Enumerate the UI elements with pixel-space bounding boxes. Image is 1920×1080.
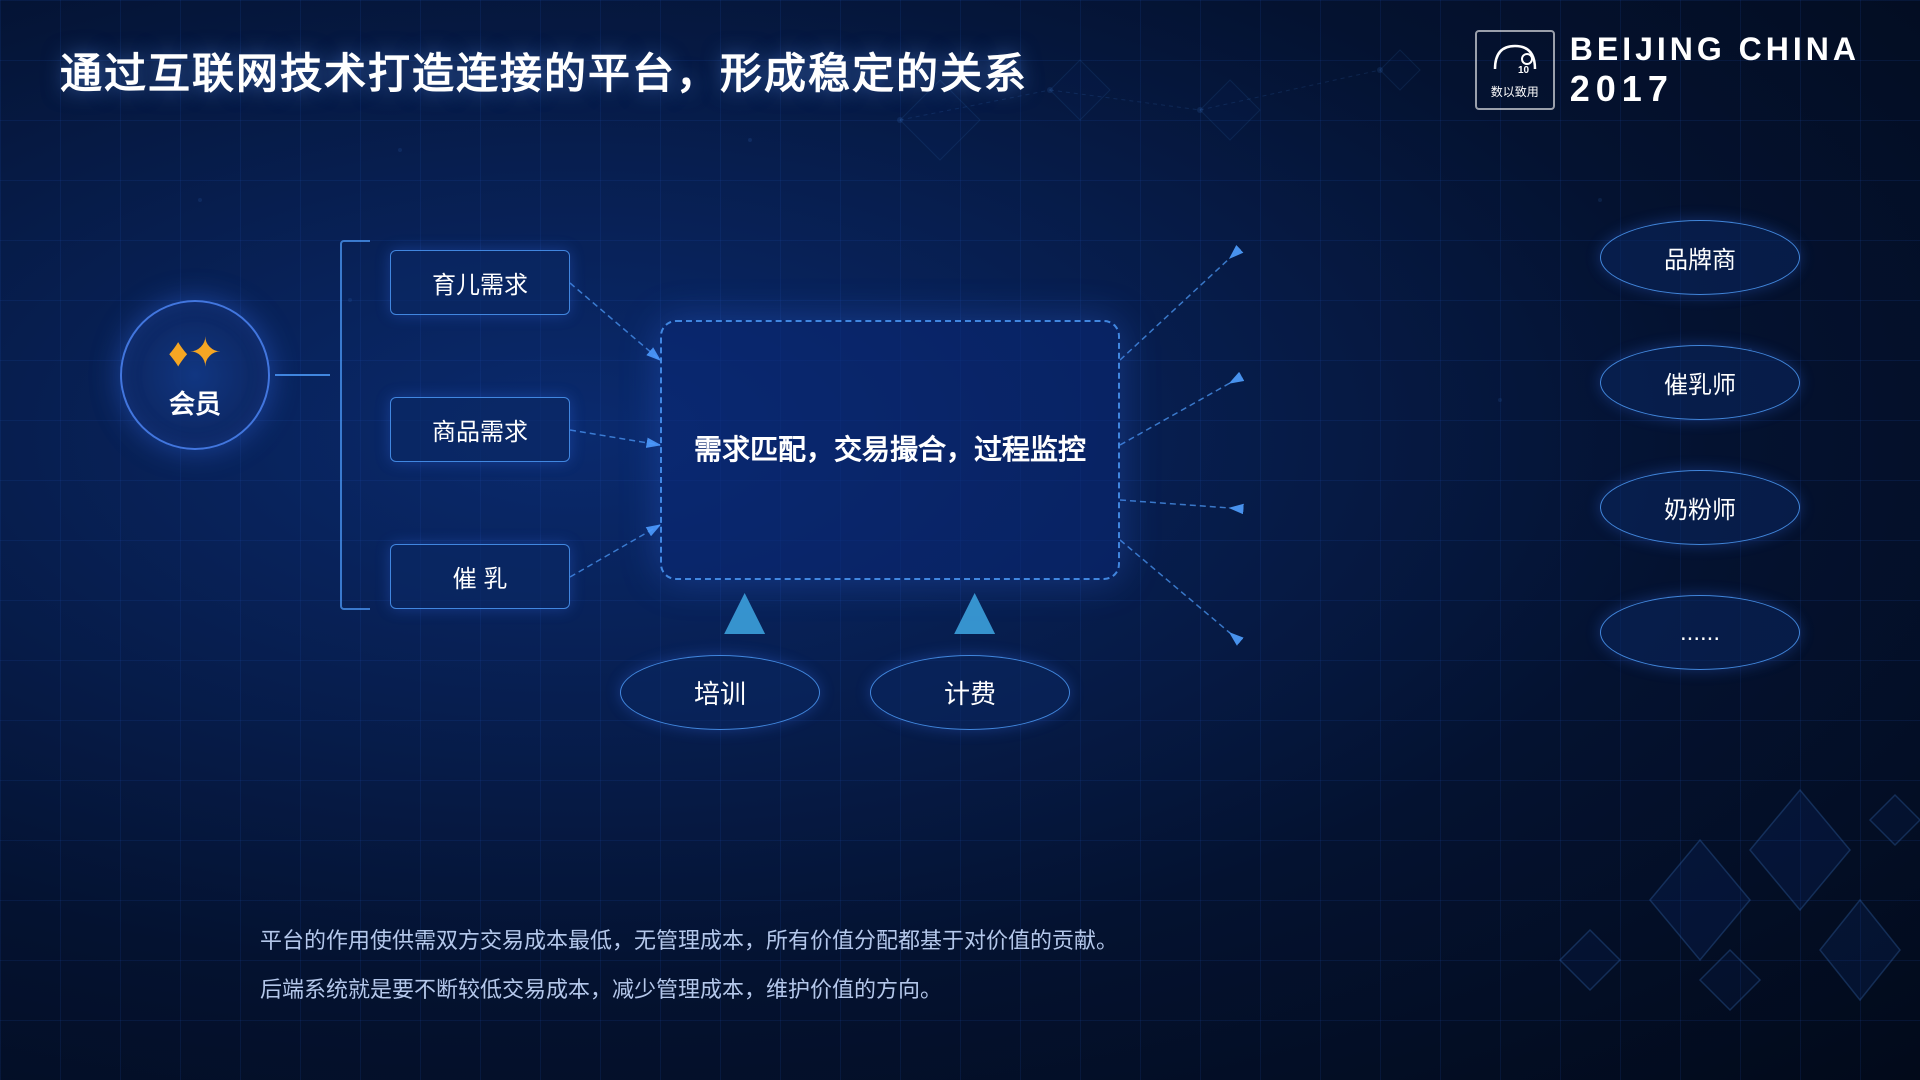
right-ellipse-brand: 品牌商: [1600, 220, 1800, 295]
logo-right: BEIJING CHINA 2017: [1570, 31, 1860, 110]
page-title: 通过互联网技术打造连接的平台，形成稳定的关系: [60, 40, 1028, 101]
diamond-icon: ♦✦: [168, 330, 222, 376]
desc-line-2: 后端系统就是要不断较低交易成本，减少管理成本，维护价值的方向。: [260, 970, 1720, 1010]
need-box-2: 商品需求: [390, 397, 570, 462]
logo-icon: 10: [1490, 41, 1540, 81]
need-box-1: 育儿需求: [390, 250, 570, 315]
header: 通过互联网技术打造连接的平台，形成稳定的关系 10 数以致用 BEIJING C…: [60, 30, 1860, 110]
logo-box: 10 数以致用: [1475, 30, 1555, 110]
description-area: 平台的作用使供需双方交易成本最低，无管理成本，所有价值分配都基于对价值的贡献。 …: [260, 921, 1720, 1020]
right-ellipse-lactation: 催乳师: [1600, 345, 1800, 420]
logo-year: 2017: [1570, 68, 1860, 110]
center-box: 需求匹配，交易撮合，过程监控: [660, 320, 1120, 580]
bottom-ellipse-billing: 计费: [870, 655, 1070, 730]
bottom-ellipse-training: 培训: [620, 655, 820, 730]
svg-text:10: 10: [1518, 65, 1530, 76]
center-box-text: 需求匹配，交易撮合，过程监控: [694, 428, 1086, 473]
up-arrow-1: ▲: [710, 575, 779, 645]
logo-beijing-china: BEIJING CHINA: [1570, 31, 1860, 68]
member-label: 会员: [169, 384, 221, 421]
right-ellipse-formula: 奶粉师: [1600, 470, 1800, 545]
logo-cn-text: 数以致用: [1491, 83, 1539, 100]
right-ellipse-more: ......: [1600, 595, 1800, 670]
bracket: [340, 240, 370, 610]
desc-line-1: 平台的作用使供需双方交易成本最低，无管理成本，所有价值分配都基于对价值的贡献。: [260, 921, 1720, 961]
need-box-3: 催 乳: [390, 544, 570, 609]
main-diagram: ♦✦ 会员 育儿需求 商品需求 催 乳 需求匹配，交易撮合，过程监控 ▲ ▲ 培…: [60, 140, 1860, 840]
member-circle: ♦✦ 会员: [120, 300, 270, 450]
up-arrow-2: ▲: [940, 575, 1009, 645]
logo-area: 10 数以致用 BEIJING CHINA 2017: [1475, 30, 1860, 110]
